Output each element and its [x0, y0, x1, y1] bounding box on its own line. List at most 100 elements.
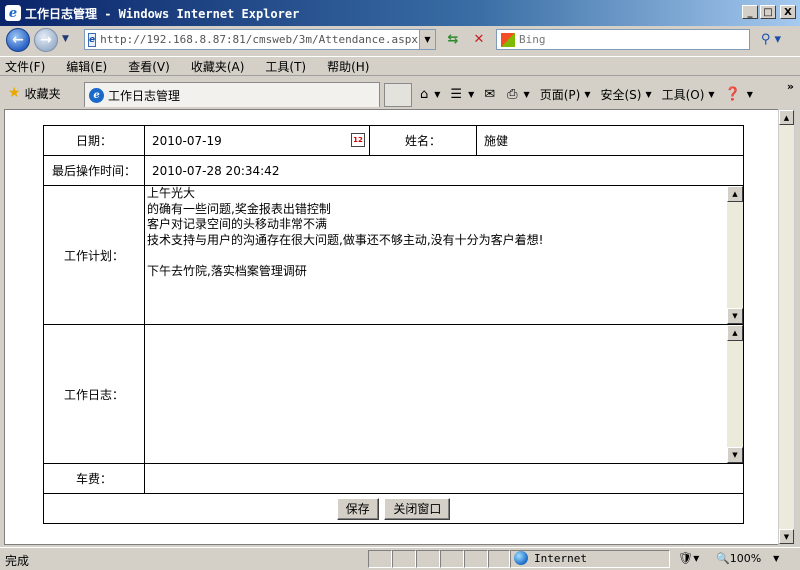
- window-title-bar: e 工作日志管理 - Windows Internet Explorer _ □…: [0, 0, 800, 26]
- menu-favorites[interactable]: 收藏夹(A): [191, 58, 245, 75]
- button-row: 保存 关闭窗口: [43, 493, 744, 524]
- scroll-up-icon[interactable]: ▲: [727, 325, 743, 341]
- status-text: 完成: [5, 554, 30, 568]
- safety-menu-label: 安全(S): [600, 87, 642, 102]
- page-menu-label: 页面(P): [539, 87, 581, 102]
- minimize-button[interactable]: _: [742, 5, 758, 19]
- new-tab-button[interactable]: [384, 83, 412, 107]
- chevron-down-icon: ▼: [434, 89, 441, 99]
- globe-icon: [514, 551, 528, 565]
- page-tab-icon: e: [89, 87, 104, 103]
- zone-label: Internet: [534, 551, 587, 565]
- mail-icon: ✉: [484, 86, 496, 102]
- safety-menu-button[interactable]: 安全(S) ▼: [600, 86, 651, 103]
- save-button[interactable]: 保存: [336, 497, 379, 520]
- ie-logo-icon: e: [5, 5, 21, 21]
- fare-label: 车费：: [43, 463, 145, 494]
- refresh-button[interactable]: ⇆: [442, 29, 464, 50]
- security-zone[interactable]: Internet: [514, 551, 587, 565]
- date-field[interactable]: 2010-07-19: [152, 134, 222, 148]
- page-viewport: 日期： 2010-07-19 12 姓名： 施健 最后操作时间： 2010-07…: [4, 109, 782, 545]
- help-button[interactable]: ❓ ▼: [725, 87, 753, 102]
- scroll-down-icon[interactable]: ▼: [727, 447, 743, 463]
- favorites-button[interactable]: 收藏夹: [25, 85, 61, 102]
- forward-button[interactable]: →: [34, 28, 58, 52]
- log-scrollbar[interactable]: ▲ ▼: [727, 325, 743, 463]
- status-segment: [440, 550, 464, 568]
- plan-scrollbar[interactable]: ▲ ▼: [727, 186, 743, 324]
- window-controls: _ □ X: [742, 5, 796, 19]
- fare-field[interactable]: [144, 463, 744, 494]
- menu-view[interactable]: 查看(V): [128, 58, 170, 75]
- plan-label: 工作计划：: [43, 185, 145, 325]
- chevron-down-icon: ▼: [773, 554, 780, 563]
- command-bar: ⌂ ▼ ☰ ▼ ✉ ⎙ ▼ 页面(P) ▼ 安全(S) ▼ 工具(O) ▼ ❓ ▼: [420, 84, 763, 104]
- refresh-icon: ⇆: [447, 32, 459, 47]
- log-label: 工作日志：: [43, 324, 145, 464]
- address-toolbar: ← → ▼ e http://192.168.8.87:81/cmsweb/3m…: [0, 26, 800, 54]
- tools-menu-button[interactable]: 工具(O) ▼: [662, 86, 715, 103]
- close-page-button[interactable]: 关闭窗口: [384, 497, 451, 520]
- printer-icon: ⎙: [507, 86, 518, 102]
- stop-button[interactable]: ✕: [468, 29, 490, 50]
- tab-title: 工作日志管理: [108, 88, 181, 103]
- plan-textarea[interactable]: 上午光大 的确有一些问题,奖金报表出错控制 客户对记录空间的头移动非常不满 技术…: [145, 186, 743, 324]
- scroll-up-icon[interactable]: ▲: [779, 110, 794, 125]
- bing-icon: [501, 32, 515, 47]
- status-segment: [488, 550, 510, 568]
- last-op-label: 最后操作时间：: [43, 155, 145, 186]
- chevron-down-icon: ▼: [523, 89, 530, 99]
- plan-text[interactable]: 上午光大 的确有一些问题,奖金报表出错控制 客户对记录空间的头移动非常不满 技术…: [147, 186, 725, 279]
- print-button[interactable]: ⎙ ▼: [507, 87, 530, 102]
- tab-current-page[interactable]: e 工作日志管理: [84, 82, 380, 107]
- rss-icon: ☰: [450, 86, 463, 102]
- mail-button[interactable]: ✉: [484, 87, 497, 102]
- help-icon: ❓: [724, 86, 741, 102]
- log-cell: ▲ ▼: [144, 324, 744, 464]
- history-dropdown-icon[interactable]: ▼: [62, 34, 69, 44]
- status-segment: [368, 550, 392, 568]
- search-input[interactable]: Bing: [496, 29, 750, 50]
- scroll-down-icon[interactable]: ▼: [727, 308, 743, 324]
- address-bar[interactable]: e http://192.168.8.87:81/cmsweb/3m/Atten…: [84, 29, 436, 50]
- scroll-down-icon[interactable]: ▼: [779, 529, 794, 544]
- date-label: 日期：: [43, 125, 145, 156]
- plan-cell: 上午光大 的确有一些问题,奖金报表出错控制 客户对记录空间的头移动非常不满 技术…: [144, 185, 744, 325]
- name-value: 施健: [476, 125, 744, 156]
- scroll-up-icon[interactable]: ▲: [727, 186, 743, 202]
- log-textarea[interactable]: ▲ ▼: [145, 325, 743, 463]
- close-window-button[interactable]: X: [780, 5, 796, 19]
- favorites-star-icon[interactable]: ★: [8, 85, 21, 101]
- chevron-down-icon: ▼: [708, 89, 715, 99]
- chevron-down-icon: ▼: [746, 89, 753, 99]
- zoom-level: 100%: [729, 552, 762, 565]
- menu-help[interactable]: 帮助(H): [327, 58, 369, 75]
- more-commands-icon[interactable]: »: [787, 80, 794, 93]
- search-button[interactable]: ⚲ ▾: [754, 29, 788, 50]
- address-dropdown-icon[interactable]: ▼: [419, 30, 435, 49]
- menu-file[interactable]: 文件(F): [5, 58, 45, 75]
- menu-edit[interactable]: 编辑(E): [66, 58, 107, 75]
- home-icon: ⌂: [420, 86, 429, 102]
- address-url[interactable]: http://192.168.8.87:81/cmsweb/3m/Attenda…: [100, 33, 435, 46]
- menu-tools[interactable]: 工具(T): [265, 58, 306, 75]
- chevron-down-icon: ▼: [645, 89, 652, 99]
- feeds-button[interactable]: ☰ ▼: [450, 87, 474, 102]
- home-button[interactable]: ⌂ ▼: [420, 87, 440, 102]
- status-segment: [392, 550, 416, 568]
- last-op-value: 2010-07-28 20:34:42: [144, 155, 744, 186]
- calendar-icon[interactable]: 12: [351, 133, 365, 147]
- back-arrow-icon: ←: [12, 32, 24, 48]
- page-icon: e: [88, 32, 97, 47]
- attendance-form: 日期： 2010-07-19 12 姓名： 施健 最后操作时间： 2010-07…: [43, 125, 744, 524]
- maximize-button[interactable]: □: [760, 5, 776, 19]
- protected-mode-icon[interactable]: 🛡▾: [678, 551, 699, 565]
- back-button[interactable]: ←: [6, 28, 30, 52]
- page-scrollbar[interactable]: ▲ ▼: [778, 109, 795, 545]
- page-menu-button[interactable]: 页面(P) ▼: [540, 86, 591, 103]
- window-title: 工作日志管理 - Windows Internet Explorer: [25, 6, 300, 21]
- menu-bar: 文件(F) 编辑(E) 查看(V) 收藏夹(A) 工具(T) 帮助(H): [0, 56, 800, 76]
- stop-icon: ✕: [473, 32, 485, 47]
- name-label: 姓名：: [369, 125, 477, 156]
- zoom-control[interactable]: 🔍 100% ▼: [716, 552, 779, 565]
